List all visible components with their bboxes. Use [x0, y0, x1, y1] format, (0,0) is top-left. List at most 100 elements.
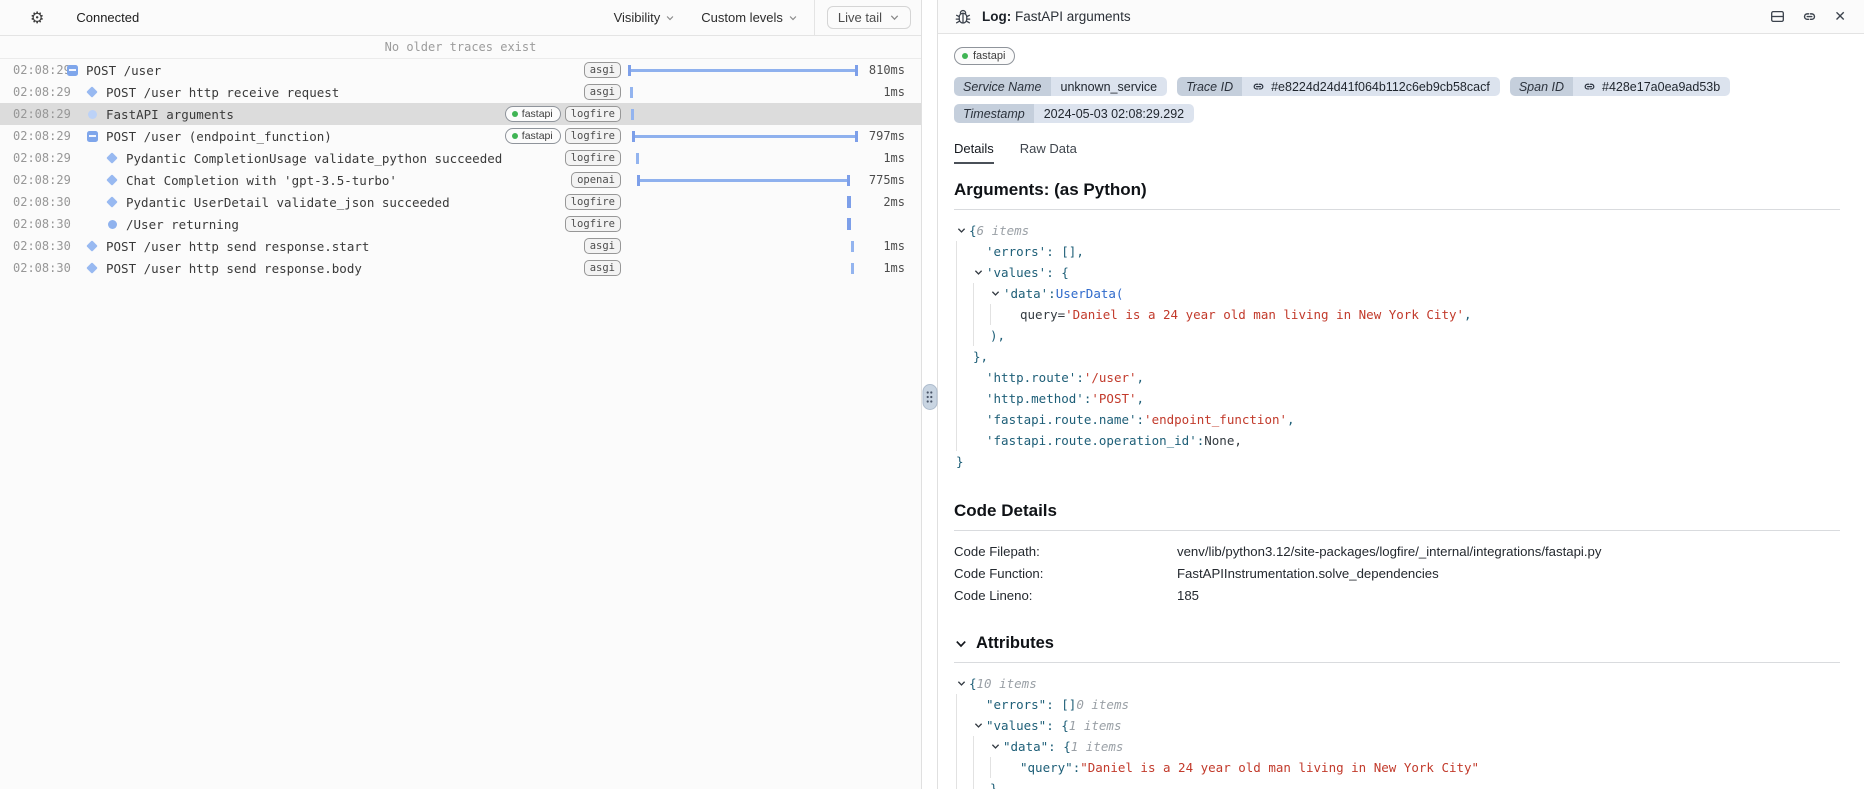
arguments-python-tree: { 6 items'errors': [],'values': {'data':… — [954, 220, 1840, 472]
code-token: 'http.route' — [986, 367, 1076, 388]
visibility-dropdown[interactable]: Visibility — [614, 10, 676, 25]
copy-link-icon[interactable] — [1802, 9, 1817, 24]
code-token: }, — [973, 346, 988, 367]
meta-chip-value: #428e17a0ea9ad53b — [1573, 77, 1730, 96]
trace-row-badges: asgi — [584, 260, 621, 276]
chevron-down-icon[interactable] — [990, 288, 1003, 299]
service-tag[interactable]: fastapi — [954, 47, 1015, 65]
indent-guide — [956, 409, 973, 430]
duration-bar-track — [629, 147, 857, 169]
code-line: { 10 items — [954, 673, 1840, 694]
code-token: "values" — [986, 715, 1046, 736]
green-dot-icon — [962, 53, 968, 59]
toolbar-separator — [814, 0, 815, 36]
trace-panel: ⚙ Connected Visibility Custom levels Liv… — [0, 0, 922, 789]
tab-details[interactable]: Details — [954, 141, 994, 164]
green-dot-icon — [512, 133, 518, 139]
trace-row[interactable]: 02:08:29FastAPI argumentsfastapilogfire — [0, 103, 921, 125]
indent-guide — [990, 304, 1007, 325]
meta-chip-label: Timestamp — [954, 104, 1034, 123]
trace-row[interactable]: 02:08:29POST /user (endpoint_function)fa… — [0, 125, 921, 147]
scope-badge: logfire — [565, 194, 621, 210]
duration-tick — [630, 87, 633, 98]
trace-row[interactable]: 02:08:29Pydantic CompletionUsage validat… — [0, 147, 921, 169]
code-token: 'fastapi.route.name' — [986, 409, 1137, 430]
panel-layout-icon[interactable] — [1770, 9, 1785, 24]
trace-row[interactable]: 02:08:29POST /user http receive requesta… — [0, 81, 921, 103]
meta-chip: Trace ID#e8224d24d41f064b112c6eb9cb58cac… — [1177, 77, 1500, 96]
toolbar-right: Visibility Custom levels Live tail — [614, 0, 921, 35]
indent-guide — [956, 430, 973, 451]
service-badge: fastapi — [505, 106, 561, 122]
indent-guide — [956, 283, 973, 304]
diamond-icon — [86, 86, 98, 98]
link-icon[interactable] — [1583, 80, 1596, 93]
trace-row[interactable]: 02:08:30POST /user http send response.bo… — [0, 257, 921, 279]
code-token: { — [969, 673, 977, 694]
trace-row-time: 02:08:29 — [0, 107, 66, 121]
indent-guide — [990, 757, 1007, 778]
trace-row-title: Pydantic UserDetail validate_json succee… — [126, 195, 450, 210]
indent-guide — [956, 262, 973, 283]
duration-bar-track — [629, 125, 857, 147]
duration-label: 775ms — [857, 173, 921, 187]
code-line: 'errors': [], — [954, 241, 1840, 262]
code-line: ), — [954, 325, 1840, 346]
scope-badge: asgi — [584, 84, 621, 100]
trace-row-badges: logfire — [565, 150, 621, 166]
code-token: : { — [1046, 715, 1069, 736]
trace-row[interactable]: 02:08:29Chat Completion with 'gpt-3.5-tu… — [0, 169, 921, 191]
scope-badge: openai — [571, 172, 621, 188]
resize-grip-handle[interactable] — [922, 384, 937, 410]
code-detail-label: Code Lineno: — [954, 585, 1177, 607]
code-token: 'endpoint_function' — [1144, 409, 1287, 430]
code-token: , — [1287, 409, 1295, 430]
trace-row-badges: openai — [571, 172, 621, 188]
trace-row[interactable]: 02:08:30/User returninglogfire — [0, 213, 921, 235]
indent-guide — [956, 346, 973, 367]
scope-badge: asgi — [584, 238, 621, 254]
duration-tick — [847, 196, 852, 208]
chevron-down-icon[interactable] — [973, 720, 986, 731]
bug-icon — [954, 8, 972, 26]
diamond-icon — [106, 174, 118, 186]
trace-row-title: POST /user http send response.start — [106, 239, 369, 254]
trace-row-time: 02:08:29 — [0, 151, 66, 165]
meta-chip: Service Nameunknown_service — [954, 77, 1167, 96]
code-token: 'values' — [986, 262, 1046, 283]
trace-row-badges: asgi — [584, 84, 621, 100]
meta-chips-row-1: Service Nameunknown_service Trace ID#e822… — [954, 77, 1840, 96]
code-token: 'http.method' — [986, 388, 1084, 409]
code-token: : — [1197, 430, 1205, 451]
chevron-down-icon[interactable] — [973, 267, 986, 278]
trace-row-title: POST /user http send response.body — [106, 261, 362, 276]
trace-row[interactable]: 02:08:29POST /userasgi810ms — [0, 59, 921, 81]
code-token: 'Daniel is a 24 year old man living in N… — [1065, 304, 1464, 325]
code-token: 0 items — [1076, 694, 1129, 715]
trace-row-badges: logfire — [565, 194, 621, 210]
link-icon[interactable] — [1252, 80, 1265, 93]
chevron-down-icon[interactable] — [990, 741, 1003, 752]
trace-row[interactable]: 02:08:30Pydantic UserDetail validate_jso… — [0, 191, 921, 213]
code-token: "errors" — [986, 694, 1046, 715]
custom-levels-dropdown[interactable]: Custom levels — [701, 10, 798, 25]
attributes-section-header[interactable]: Attributes — [954, 634, 1840, 653]
gear-icon[interactable]: ⚙ — [30, 10, 44, 26]
chevron-down-icon[interactable] — [956, 678, 969, 689]
detail-title: Log: FastAPI arguments — [982, 9, 1131, 24]
chevron-down-icon[interactable] — [956, 225, 969, 236]
code-details-section-title: Code Details — [954, 501, 1840, 521]
code-line: } — [954, 451, 1840, 472]
close-icon[interactable]: ✕ — [1834, 10, 1846, 24]
duration-tick — [851, 263, 854, 274]
arguments-section-title: Arguments: (as Python) — [954, 180, 1840, 200]
trace-row-time: 02:08:30 — [0, 217, 66, 231]
minus-square-icon — [86, 130, 98, 142]
trace-row-title: Chat Completion with 'gpt-3.5-turbo' — [126, 173, 397, 188]
tab-raw-data[interactable]: Raw Data — [1020, 141, 1077, 164]
trace-row[interactable]: 02:08:30POST /user http send response.st… — [0, 235, 921, 257]
meta-chip: Timestamp2024-05-03 02:08:29.292 — [954, 104, 1194, 123]
code-token: : — [1137, 409, 1145, 430]
meta-chips-row-2: Timestamp2024-05-03 02:08:29.292 — [954, 104, 1840, 123]
live-tail-select[interactable]: Live tail — [827, 6, 911, 29]
